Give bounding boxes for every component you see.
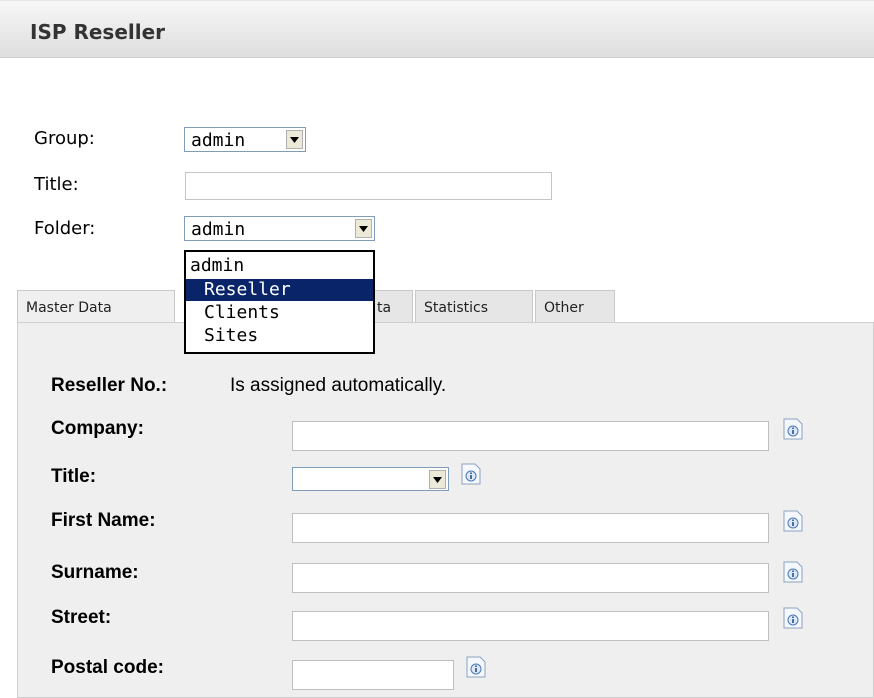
info-icon[interactable] (783, 607, 803, 629)
person-title-select[interactable] (292, 467, 449, 491)
company-label: Company: (51, 418, 144, 439)
surname-input[interactable] (292, 563, 769, 593)
first-name-label: First Name: (51, 510, 156, 531)
tab-label: Master Data (26, 299, 112, 316)
folder-option-sites[interactable]: Sites (204, 325, 364, 347)
tab-label: ta (377, 299, 392, 316)
info-icon[interactable] (783, 510, 803, 532)
street-label: Street: (51, 607, 112, 628)
postal-code-input[interactable] (292, 660, 454, 690)
tab-master-data[interactable]: Master Data (17, 290, 175, 324)
group-select-value: admin (191, 130, 246, 151)
first-name-input[interactable] (292, 513, 769, 543)
tab-label: Other (544, 299, 584, 316)
info-icon[interactable] (783, 418, 803, 440)
folder-option-clients[interactable]: Clients (204, 302, 364, 324)
chevron-down-icon[interactable] (355, 219, 372, 238)
folder-option-admin[interactable]: admin (188, 255, 373, 277)
reseller-no-value: Is assigned automatically. (230, 375, 447, 396)
info-icon[interactable] (461, 463, 481, 485)
title-label: Title: (34, 174, 79, 195)
folder-option-reseller[interactable]: Reseller (186, 279, 373, 301)
folder-dropdown-list: admin Reseller Clients Sites (184, 250, 375, 354)
info-icon[interactable] (466, 656, 486, 678)
page-title: ISP Reseller (30, 20, 166, 44)
folder-select[interactable]: admin (184, 216, 375, 241)
chevron-down-icon[interactable] (429, 470, 446, 489)
street-input[interactable] (292, 611, 769, 641)
tab-label: Statistics (424, 299, 488, 316)
company-input[interactable] (292, 421, 769, 451)
folder-label: Folder: (34, 218, 96, 239)
reseller-no-label: Reseller No.: (51, 375, 168, 396)
folder-select-value: admin (191, 219, 246, 240)
group-label: Group: (34, 128, 95, 149)
tab-other[interactable]: Other (535, 290, 615, 324)
person-title-label: Title: (51, 466, 97, 487)
title-input[interactable] (185, 172, 552, 200)
tab-statistics[interactable]: Statistics (415, 290, 533, 324)
chevron-down-icon[interactable] (286, 130, 303, 149)
postal-code-label: Postal code: (51, 657, 164, 678)
group-select[interactable]: admin (184, 127, 306, 152)
surname-label: Surname: (51, 562, 139, 583)
page-header: ISP Reseller (0, 0, 874, 58)
info-icon[interactable] (783, 561, 803, 583)
